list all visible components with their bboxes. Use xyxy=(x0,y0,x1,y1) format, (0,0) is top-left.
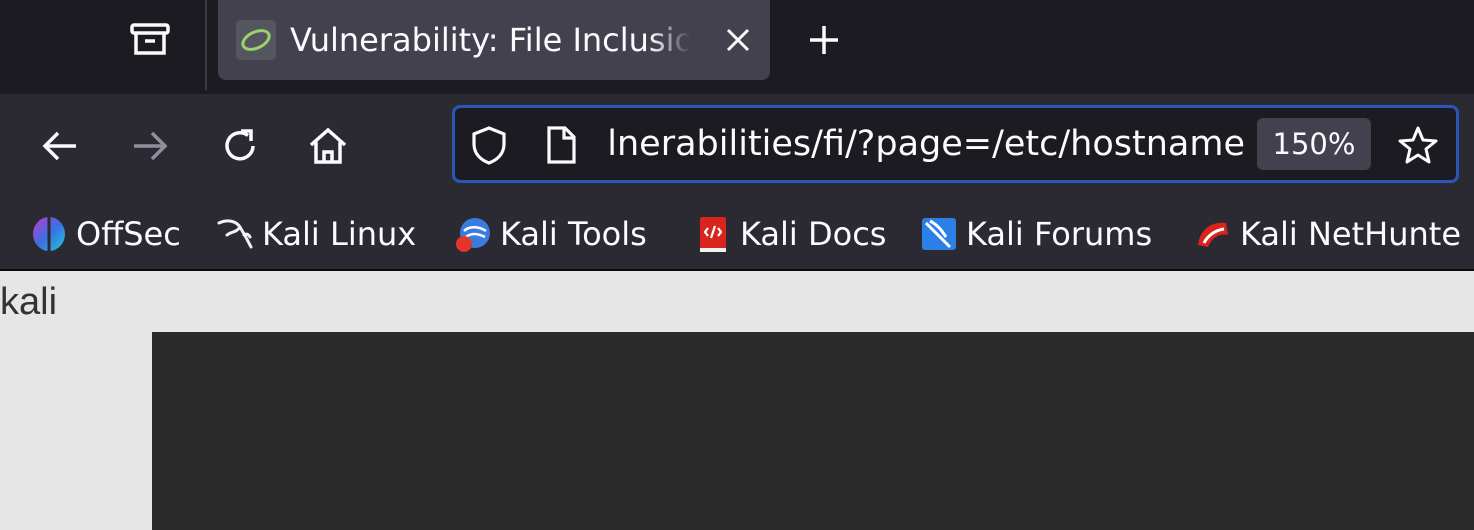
tab-active[interactable]: Vulnerability: File Inclusion xyxy=(218,0,770,80)
close-icon[interactable] xyxy=(716,18,760,62)
bookmark-kali-nethunter[interactable]: Kali NetHunte xyxy=(1194,211,1461,257)
plus-icon xyxy=(810,26,838,54)
kali-dragon-icon xyxy=(216,215,254,253)
bookmark-label: Kali Docs xyxy=(740,215,887,253)
bookmark-offsec[interactable]: OffSec xyxy=(30,211,181,257)
bookmark-kali-docs[interactable]: Kali Docs xyxy=(694,211,886,257)
bookmark-label: Kali NetHunte xyxy=(1240,215,1462,253)
forward-button[interactable] xyxy=(124,120,176,172)
dvwa-swirl-icon xyxy=(236,20,276,60)
arrow-right-icon xyxy=(134,131,168,161)
bookmark-label: Kali Linux xyxy=(262,215,417,253)
url-text[interactable]: ılnerabilities/fi/?page=/etc/hostname xyxy=(605,108,1245,180)
reload-button[interactable] xyxy=(214,120,266,172)
page-content: kali xyxy=(0,273,1474,530)
tab-overview-icon[interactable] xyxy=(120,14,180,64)
dvwa-page-container xyxy=(152,332,1474,530)
arrow-left-icon xyxy=(42,131,76,161)
bookmark-star-icon[interactable] xyxy=(1395,122,1441,168)
bookmark-label: OffSec xyxy=(76,215,181,253)
bookmarks-toolbar: OffSec Kali Linux Kali Tools Kali Docs K… xyxy=(0,197,1474,271)
url-bar[interactable]: ılnerabilities/fi/?page=/etc/hostname 15… xyxy=(452,105,1459,183)
tab-strip: Vulnerability: File Inclusion xyxy=(0,0,1474,94)
reload-icon xyxy=(225,129,255,161)
tab-divider xyxy=(205,0,207,90)
kali-tools-icon xyxy=(454,215,492,253)
bookmark-label: Kali Tools xyxy=(500,215,647,253)
bookmark-kali-forums[interactable]: Kali Forums xyxy=(920,211,1152,257)
home-icon xyxy=(309,127,347,164)
shield-icon[interactable] xyxy=(469,125,509,165)
new-tab-button[interactable] xyxy=(800,16,848,64)
bookmark-kali-tools[interactable]: Kali Tools xyxy=(454,211,647,257)
navigation-toolbar: ılnerabilities/fi/?page=/etc/hostname 15… xyxy=(0,94,1474,197)
kali-forums-icon xyxy=(920,215,958,253)
back-button[interactable] xyxy=(34,120,86,172)
home-button[interactable] xyxy=(302,120,354,172)
bookmark-kali-linux[interactable]: Kali Linux xyxy=(216,211,416,257)
page-icon[interactable] xyxy=(541,125,581,165)
included-file-output: kali xyxy=(0,281,58,323)
kali-nethunter-icon xyxy=(1194,215,1232,253)
zoom-level-button[interactable]: 150% xyxy=(1257,118,1371,170)
offsec-icon xyxy=(30,215,68,253)
tab-title: Vulnerability: File Inclusion xyxy=(290,21,690,59)
kali-docs-icon xyxy=(694,215,732,253)
bookmark-label: Kali Forums xyxy=(966,215,1153,253)
